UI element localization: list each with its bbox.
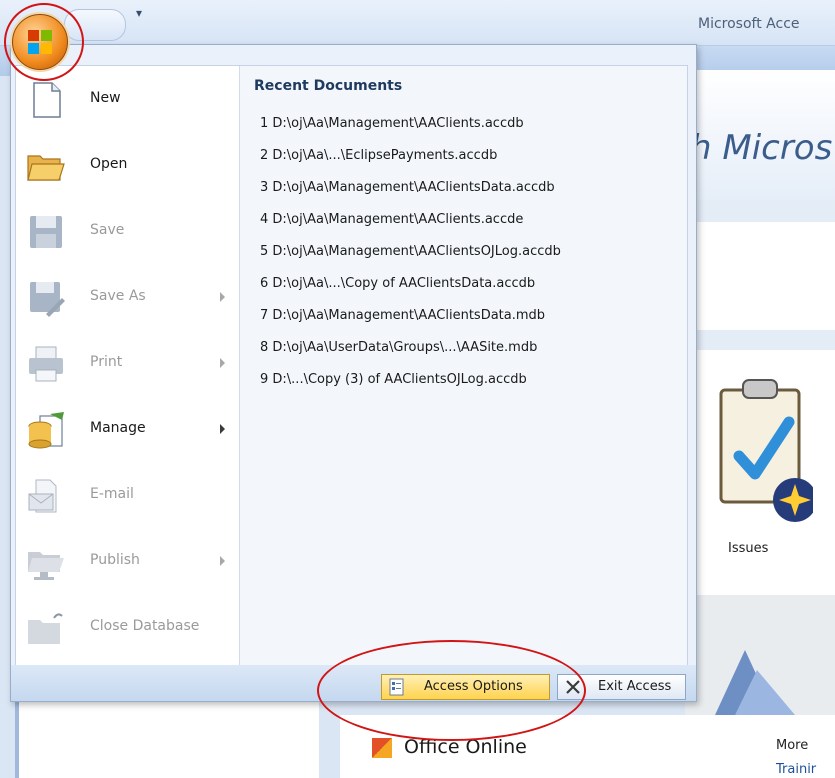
exit-access-label: Exit Access bbox=[598, 679, 672, 694]
save-disk-icon bbox=[30, 216, 62, 248]
close-database-icon bbox=[28, 613, 63, 644]
recent-document-item[interactable]: 7 D:\oj\Aa\Management\AAClientsData.mdb bbox=[260, 308, 680, 330]
access-options-button[interactable]: Access Options bbox=[381, 674, 550, 700]
email-icon bbox=[28, 479, 57, 513]
office-menu-commands: New Open Save Save As Print Manage E-mai… bbox=[16, 66, 240, 688]
menu-item-manage[interactable]: Manage bbox=[22, 402, 236, 458]
menu-item-label: E-mail bbox=[90, 486, 134, 502]
issues-label: Issues bbox=[728, 541, 769, 556]
recent-documents-title: Recent Documents bbox=[254, 78, 403, 94]
recent-document-item[interactable]: 6 D:\oj\Aa\...\Copy of AAClientsData.acc… bbox=[260, 276, 680, 298]
menu-item-label: Save bbox=[90, 222, 125, 238]
menu-item-label: Publish bbox=[90, 552, 140, 568]
panel-band bbox=[685, 200, 835, 222]
menu-item-print[interactable]: Print bbox=[22, 336, 236, 392]
recent-document-item[interactable]: 8 D:\oj\Aa\UserData\Groups\...\AASite.md… bbox=[260, 340, 680, 362]
manage-database-icon bbox=[28, 412, 64, 449]
options-document-icon bbox=[389, 678, 404, 696]
exit-access-button[interactable]: Exit Access bbox=[557, 674, 686, 700]
menu-item-new[interactable]: New bbox=[22, 72, 236, 128]
office-menu-body: New Open Save Save As Print Manage E-mai… bbox=[15, 65, 688, 689]
save-as-icon bbox=[30, 282, 65, 317]
template-thumbnail-icon bbox=[715, 650, 795, 715]
office-online-logo[interactable]: Office Online bbox=[372, 736, 527, 758]
navigation-pane bbox=[15, 700, 319, 778]
submenu-arrow-icon bbox=[220, 292, 225, 302]
recent-document-item[interactable]: 9 D:\...\Copy (3) of AAClientsOJLog.accd… bbox=[260, 372, 680, 394]
new-document-icon bbox=[33, 82, 61, 118]
office-logo-icon bbox=[372, 737, 392, 758]
quick-access-toolbar bbox=[64, 9, 126, 41]
recent-document-item[interactable]: 2 D:\oj\Aa\...\EclipsePayments.accdb bbox=[260, 148, 680, 170]
issues-clipboard-icon[interactable] bbox=[703, 370, 813, 540]
training-link[interactable]: Trainir bbox=[776, 762, 816, 777]
menu-item-label: Open bbox=[90, 156, 128, 172]
template-tiles-area bbox=[685, 350, 835, 595]
recent-document-item[interactable]: 5 D:\oj\Aa\Management\AAClientsOJLog.acc… bbox=[260, 244, 680, 266]
panel-area bbox=[685, 222, 835, 330]
window-title: Microsoft Acce bbox=[698, 16, 800, 32]
more-link[interactable]: More bbox=[776, 738, 808, 753]
close-x-icon bbox=[566, 680, 580, 694]
menu-item-open[interactable]: Open bbox=[22, 138, 236, 194]
recent-documents-panel: Recent Documents 1 D:\oj\Aa\Management\A… bbox=[240, 66, 687, 688]
office-menu: New Open Save Save As Print Manage E-mai… bbox=[10, 44, 697, 702]
featured-online-area bbox=[685, 595, 835, 720]
getting-started-heading: h Micros bbox=[690, 128, 833, 168]
open-folder-icon bbox=[27, 155, 65, 181]
publish-icon bbox=[28, 552, 64, 580]
printer-icon bbox=[29, 346, 63, 382]
access-options-label: Access Options bbox=[424, 679, 523, 694]
office-button[interactable] bbox=[12, 14, 68, 70]
submenu-arrow-icon bbox=[220, 358, 225, 368]
menu-item-label: Print bbox=[90, 354, 123, 370]
submenu-arrow-icon bbox=[220, 424, 225, 434]
office-online-label: Office Online bbox=[404, 736, 527, 758]
recent-document-item[interactable]: 4 D:\oj\Aa\Management\AAClients.accde bbox=[260, 212, 680, 234]
panel-band bbox=[685, 330, 835, 350]
menu-item-label: New bbox=[90, 90, 121, 106]
menu-item-save[interactable]: Save bbox=[22, 204, 236, 260]
submenu-arrow-icon bbox=[220, 556, 225, 566]
menu-item-email[interactable]: E-mail bbox=[22, 468, 236, 524]
menu-item-label: Close Database bbox=[90, 618, 200, 634]
menu-item-close-database[interactable]: Close Database bbox=[22, 600, 236, 656]
qat-customize-icon[interactable]: ▾ bbox=[136, 6, 142, 20]
menu-item-save-as[interactable]: Save As bbox=[22, 270, 236, 326]
recent-document-item[interactable]: 3 D:\oj\Aa\Management\AAClientsData.accd… bbox=[260, 180, 680, 202]
recent-document-item[interactable]: 1 D:\oj\Aa\Management\AAClients.accdb bbox=[260, 116, 680, 138]
office-logo-icon bbox=[28, 30, 52, 54]
menu-item-publish[interactable]: Publish bbox=[22, 534, 236, 590]
menu-item-label: Save As bbox=[90, 288, 146, 304]
menu-item-label: Manage bbox=[90, 420, 146, 436]
